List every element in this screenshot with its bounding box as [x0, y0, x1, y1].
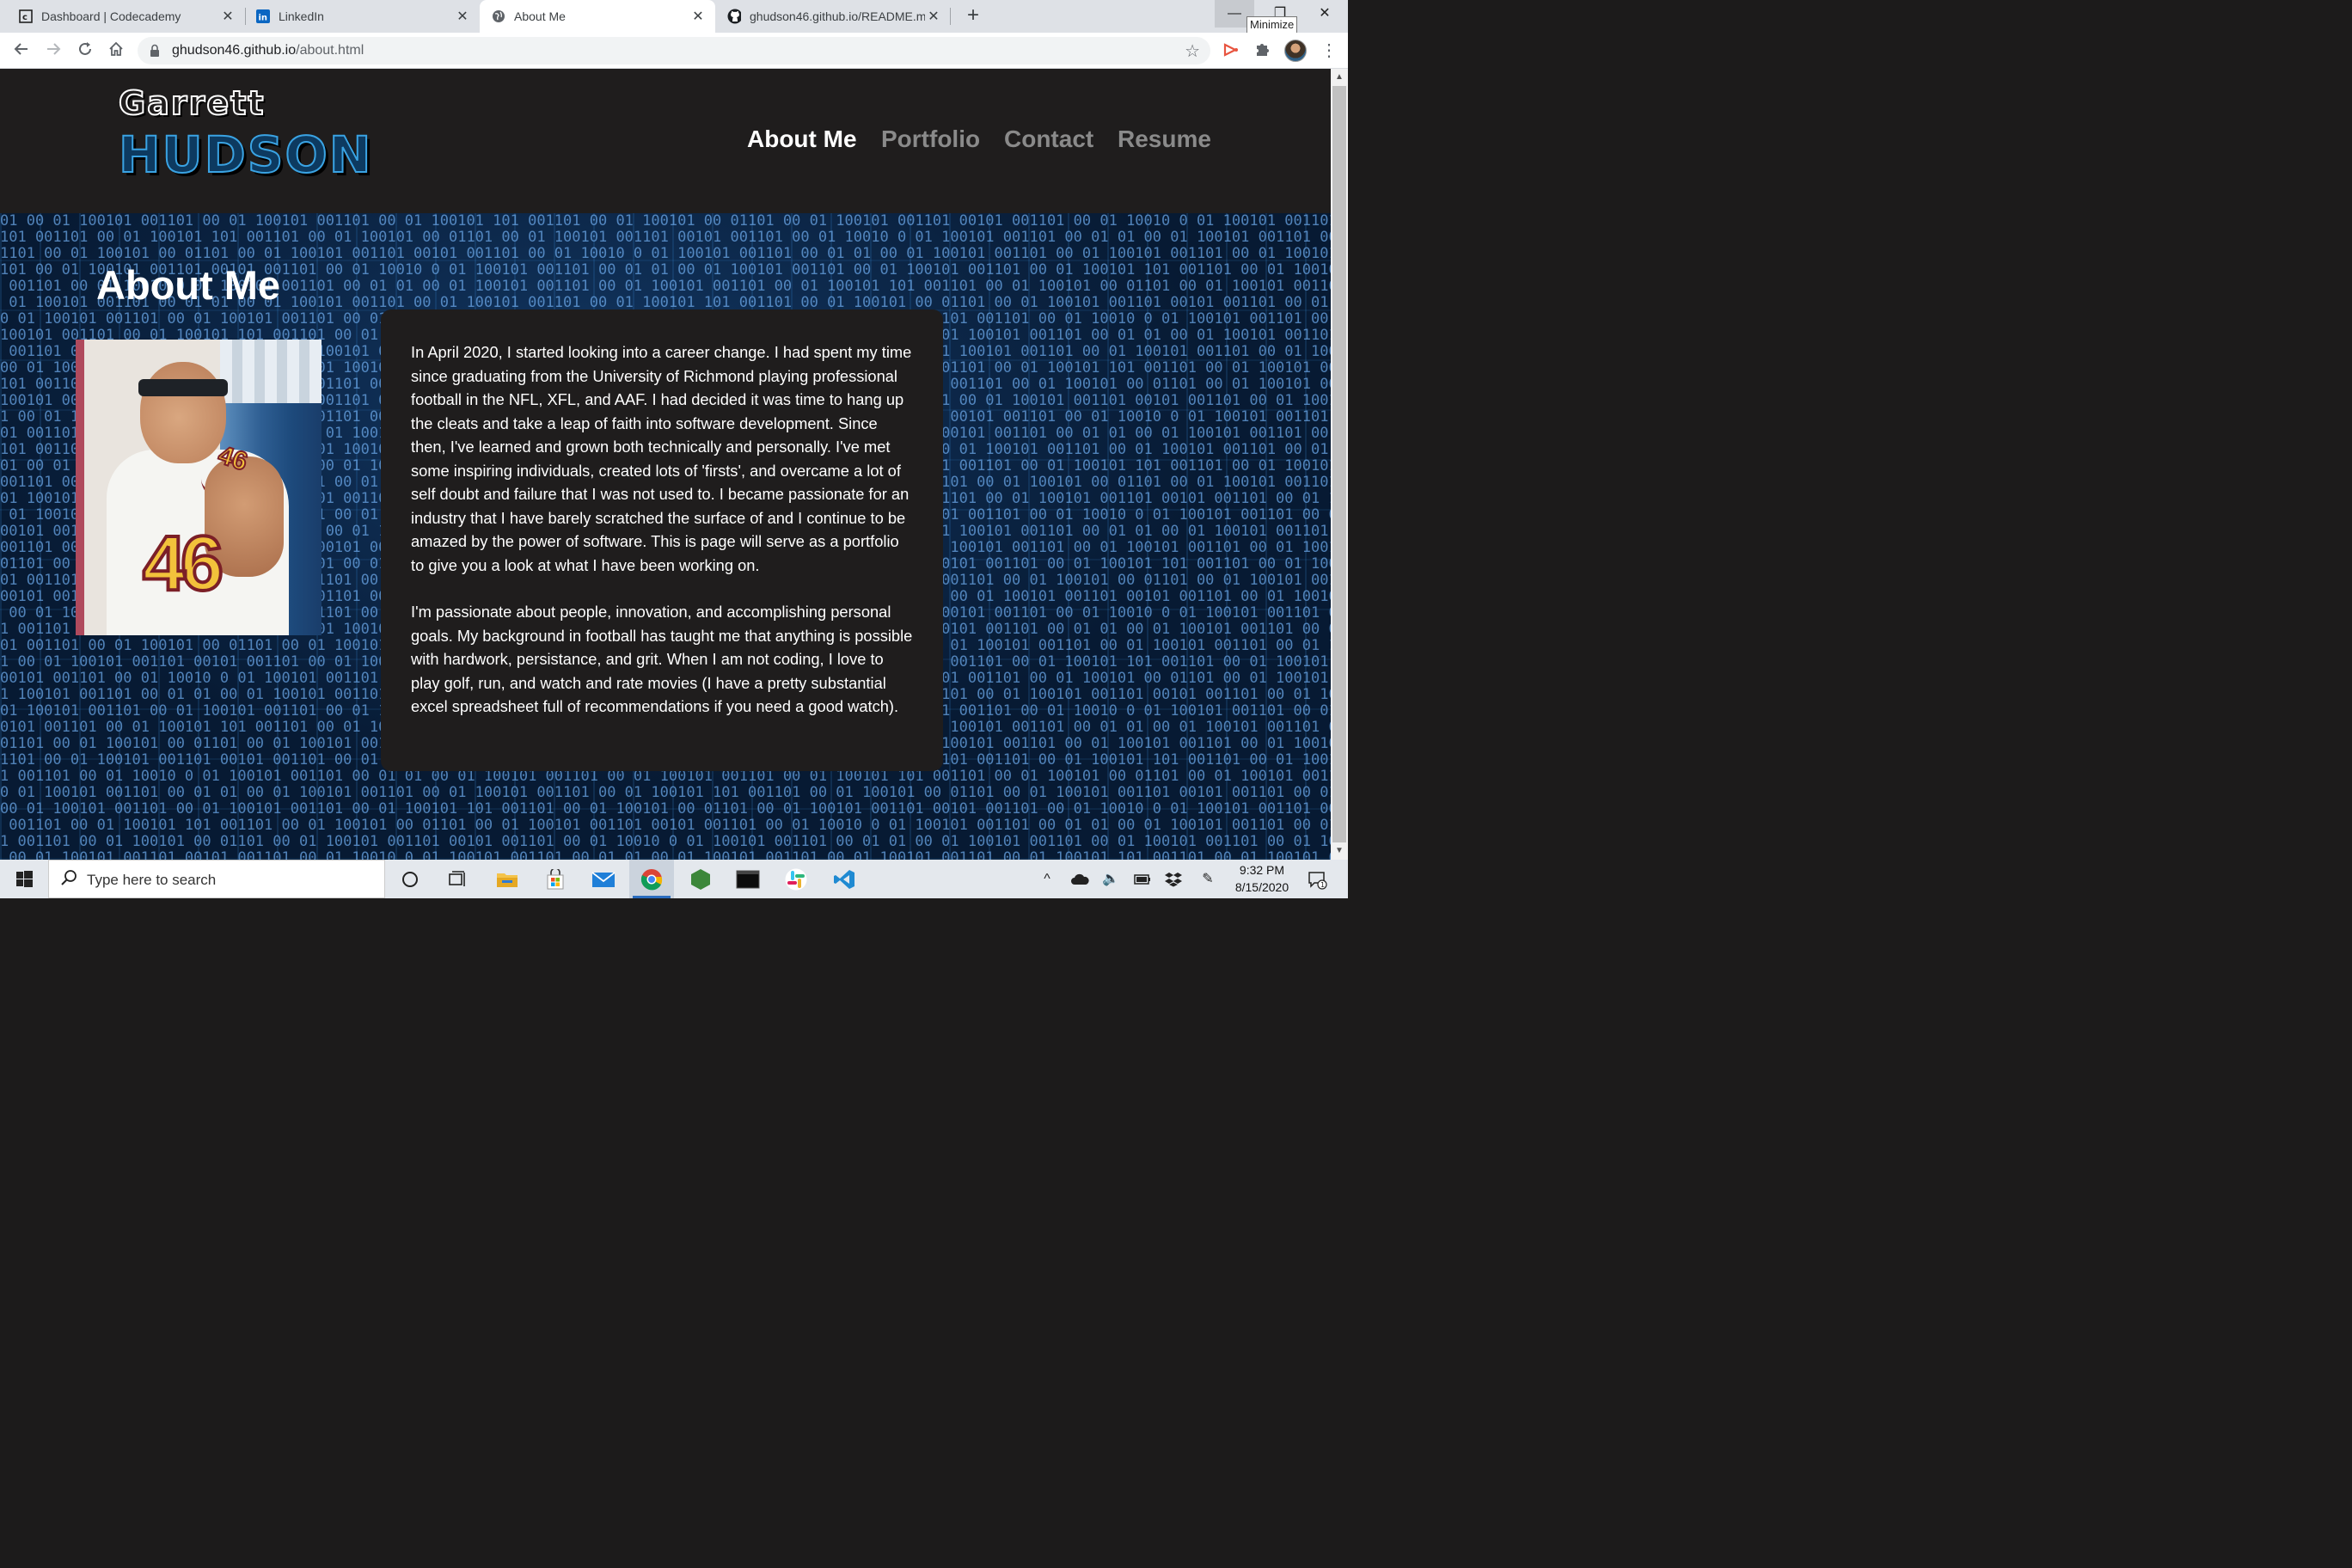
url-text: ghudson46.github.io/about.html	[172, 37, 364, 64]
binary-row: 01 00 01 100101 001101 00 01 100101 0011…	[0, 213, 1331, 230]
nav-about-me[interactable]: About Me	[747, 126, 857, 153]
binary-row: 00 01 100101 001101 00 01 100101 001101 …	[0, 800, 1331, 818]
search-icon	[59, 868, 78, 892]
menu-dots-icon[interactable]: ⋮	[1319, 40, 1339, 61]
search-placeholder: Type here to search	[87, 872, 217, 888]
extension-arrow-icon[interactable]	[1221, 40, 1241, 61]
windows-logo-icon	[16, 871, 33, 887]
url-path: /about.html	[296, 43, 364, 58]
binary-row: 1101 00 01 100101 00 01101 00 01 100101 …	[0, 245, 1331, 262]
profile-photo: 46 46	[76, 340, 322, 635]
about-paragraph-2: I'm passionate about people, innovation,…	[411, 603, 913, 715]
tab-title: About Me	[514, 9, 566, 23]
scrollbar-thumb[interactable]	[1332, 86, 1346, 842]
binary-row: 0 01 100101 001101 00 01 01 00 01 100101…	[0, 784, 1331, 801]
back-arrow-icon[interactable]	[11, 40, 32, 61]
show-hidden-icons-chevron-icon[interactable]: ^	[1037, 860, 1057, 898]
home-icon[interactable]	[106, 40, 126, 61]
globe-icon	[492, 9, 505, 23]
binary-row: 00 01 100101 001101 00101 001101 00 01 1…	[9, 849, 1331, 861]
nav-resume[interactable]: Resume	[1118, 126, 1211, 153]
tab-title: LinkedIn	[279, 9, 324, 23]
microsoft-store-icon[interactable]	[533, 860, 578, 898]
start-button[interactable]	[0, 860, 48, 898]
clock-time: 9:32 PM	[1239, 863, 1285, 877]
url-host: ghudson46.github.io	[172, 43, 297, 58]
binary-row: 101 001101 00 01 100101 101 001101 00 01…	[0, 229, 1331, 246]
taskbar-search-box[interactable]: Type here to search	[48, 860, 385, 898]
address-bar[interactable]: ghudson46.github.io/about.html ☆	[138, 37, 1210, 64]
taskbar-clock[interactable]: 9:32 PM 8/15/2020	[1231, 861, 1293, 896]
photo-headband	[138, 379, 228, 396]
svg-text:c: c	[22, 13, 28, 22]
vscode-icon[interactable]	[822, 860, 867, 898]
tab-title: Dashboard | Codecademy	[41, 9, 181, 23]
tab-close-icon[interactable]: ✕	[689, 8, 707, 25]
about-card: In April 2020, I started looking into a …	[381, 309, 943, 771]
binary-row: 1 001101 00 01 100101 00 01101 00 01 100…	[0, 833, 1331, 850]
minimize-tooltip: Minimize	[1246, 16, 1298, 34]
chrome-icon[interactable]	[629, 860, 674, 898]
browser-toolbar: ghudson46.github.io/about.html ☆ ⋮	[0, 33, 1348, 69]
tab-about-me[interactable]: About Me ✕	[480, 0, 715, 33]
screen: { "browser": { "tabs": [ {"title": "Dash…	[0, 0, 1348, 898]
dropbox-icon[interactable]	[1162, 860, 1185, 898]
tab-linkedin[interactable]: in LinkedIn ✕	[237, 0, 480, 33]
forward-arrow-icon[interactable]	[43, 40, 64, 61]
bookmark-star-icon[interactable]: ☆	[1185, 40, 1200, 62]
tab-codecademy[interactable]: c Dashboard | Codecademy ✕	[0, 0, 245, 33]
codecademy-icon: c	[19, 9, 33, 23]
tab-separator	[950, 8, 951, 25]
scroll-up-arrow-icon[interactable]: ▲	[1331, 70, 1348, 84]
page-title: About Me	[96, 262, 281, 308]
nav-portfolio[interactable]: Portfolio	[881, 126, 980, 153]
tab-github[interactable]: ghudson46.github.io/README.m ✕	[715, 0, 951, 33]
slack-icon[interactable]	[774, 860, 818, 898]
github-icon	[727, 9, 741, 24]
logo-last-name[interactable]: HUDSON	[118, 125, 372, 185]
clock-date: 8/15/2020	[1234, 880, 1289, 894]
new-tab-plus-icon[interactable]: +	[962, 3, 984, 28]
svg-text:in: in	[259, 14, 268, 23]
photo-head	[140, 362, 226, 463]
extensions-puzzle-icon[interactable]	[1253, 40, 1273, 61]
pen-workspace-icon[interactable]: ✎	[1197, 860, 1219, 898]
cortana-icon[interactable]	[388, 860, 432, 898]
nav-contact[interactable]: Contact	[1004, 126, 1093, 153]
tab-close-icon[interactable]: ✕	[454, 8, 471, 25]
binary-row: 001101 00 01 100101 101 001101 00 01 100…	[9, 817, 1331, 834]
hero-section: 01 00 01 100101 001101 00 01 100101 0011…	[0, 213, 1331, 860]
lock-icon	[150, 44, 160, 58]
profile-avatar[interactable]	[1284, 40, 1307, 62]
task-view-icon[interactable]	[435, 860, 480, 898]
file-explorer-icon[interactable]	[485, 860, 530, 898]
nodejs-icon[interactable]	[678, 860, 723, 898]
reload-icon[interactable]	[75, 40, 95, 61]
tab-title: ghudson46.github.io/README.m	[750, 9, 925, 23]
close-window-button[interactable]: ✕	[1305, 0, 1344, 28]
about-paragraph-1: In April 2020, I started looking into a …	[411, 343, 912, 574]
action-center-icon[interactable]: 1	[1302, 860, 1332, 898]
scroll-down-arrow-icon[interactable]: ▼	[1331, 844, 1348, 858]
onedrive-cloud-icon[interactable]	[1068, 860, 1092, 898]
volume-icon[interactable]: 🔈	[1100, 860, 1121, 898]
jersey-number: 46	[141, 519, 225, 609]
tab-close-icon[interactable]: ✕	[925, 8, 942, 25]
linkedin-icon: in	[256, 9, 270, 23]
terminal-icon[interactable]	[726, 860, 770, 898]
browser-tab-strip: c Dashboard | Codecademy ✕ in LinkedIn ✕…	[0, 0, 1348, 34]
logo-first-name[interactable]: Garrett	[118, 83, 265, 123]
tab-close-icon[interactable]: ✕	[219, 8, 236, 25]
notification-count: 1	[1320, 881, 1325, 889]
vertical-scrollbar[interactable]: ▲ ▼	[1331, 69, 1348, 860]
windows-taskbar: Type here to search ^ 🔈 ✎ 9:32 PM 8/15/2…	[0, 860, 1348, 898]
mail-icon[interactable]	[581, 860, 626, 898]
battery-icon[interactable]	[1131, 860, 1154, 898]
